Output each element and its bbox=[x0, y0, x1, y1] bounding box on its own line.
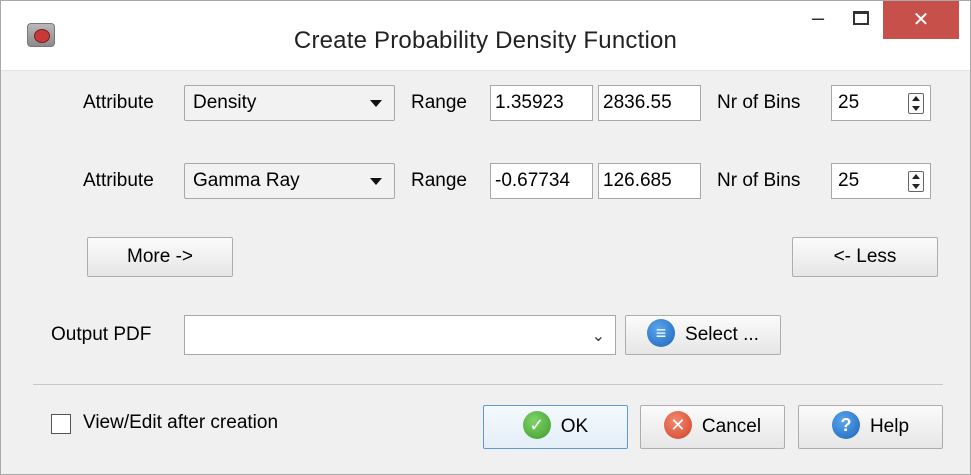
view-edit-label: View/Edit after creation bbox=[83, 412, 279, 433]
attribute-select-2[interactable]: Gamma Ray bbox=[184, 163, 395, 199]
output-pdf-select[interactable]: ⌄ bbox=[184, 315, 616, 355]
more-button[interactable]: More -> bbox=[87, 237, 233, 277]
range-max-value-1: 2836.55 bbox=[603, 92, 672, 113]
range-max-input-2[interactable]: 126.685 bbox=[598, 163, 701, 199]
dropdown-arrow-icon bbox=[370, 100, 382, 107]
attribute-value-1: Density bbox=[193, 92, 257, 113]
close-button[interactable]: ✕ bbox=[883, 1, 959, 39]
title-bar[interactable]: Create Probability Density Function – ✕ bbox=[1, 1, 970, 71]
check-circle-icon: ✓ bbox=[522, 410, 551, 439]
select-button-label: Select ... bbox=[685, 324, 759, 345]
range-min-input-1[interactable]: 1.35923 bbox=[490, 85, 593, 121]
range-min-value-2: -0.67734 bbox=[495, 170, 571, 191]
range-max-value-2: 126.685 bbox=[603, 170, 672, 191]
attribute-label-2: Attribute bbox=[83, 170, 154, 191]
bins-spinner-2[interactable]: 25 bbox=[831, 163, 931, 199]
less-button[interactable]: <- Less bbox=[792, 237, 938, 277]
help-button[interactable]: ? Help bbox=[798, 405, 943, 449]
attribute-label-1: Attribute bbox=[83, 92, 154, 113]
cancel-button[interactable]: ✕ Cancel bbox=[640, 405, 785, 449]
bins-value-1: 25 bbox=[838, 92, 860, 113]
divider bbox=[33, 384, 943, 385]
x-circle-icon: ✕ bbox=[663, 410, 692, 439]
spinner-arrows-icon[interactable] bbox=[908, 171, 924, 192]
bins-label-1: Nr of Bins bbox=[717, 92, 801, 113]
help-label: Help bbox=[869, 416, 910, 437]
bins-spinner-1[interactable]: 25 bbox=[831, 85, 931, 121]
range-label-1: Range bbox=[411, 92, 467, 113]
select-button[interactable]: ≡ Select ... bbox=[625, 315, 781, 355]
chevron-down-icon: ⌄ bbox=[591, 328, 605, 345]
output-pdf-label: Output PDF bbox=[51, 324, 152, 345]
range-max-input-1[interactable]: 2836.55 bbox=[598, 85, 701, 121]
bins-value-2: 25 bbox=[838, 170, 860, 191]
view-edit-checkbox[interactable] bbox=[51, 414, 71, 434]
bins-label-2: Nr of Bins bbox=[717, 170, 801, 191]
range-label-2: Range bbox=[411, 170, 467, 191]
pdf-dialog-window: Create Probability Density Function – ✕ … bbox=[0, 0, 971, 475]
attribute-select-1[interactable]: Density bbox=[184, 85, 395, 121]
attribute-value-2: Gamma Ray bbox=[193, 170, 300, 191]
minimize-button[interactable]: – bbox=[795, 1, 841, 39]
maximize-icon bbox=[853, 11, 869, 25]
maximize-button[interactable] bbox=[841, 1, 881, 39]
range-min-input-2[interactable]: -0.67734 bbox=[490, 163, 593, 199]
ok-button[interactable]: ✓ OK bbox=[483, 405, 628, 449]
dialog-content: Attribute Density Range 1.35923 2836.55 … bbox=[1, 71, 970, 475]
cancel-label: Cancel bbox=[701, 416, 762, 437]
question-circle-icon: ? bbox=[831, 410, 860, 439]
list-icon: ≡ bbox=[647, 318, 676, 347]
dropdown-arrow-icon bbox=[370, 178, 382, 185]
range-min-value-1: 1.35923 bbox=[495, 92, 564, 113]
ok-label: OK bbox=[560, 416, 589, 437]
spinner-arrows-icon[interactable] bbox=[908, 93, 924, 114]
